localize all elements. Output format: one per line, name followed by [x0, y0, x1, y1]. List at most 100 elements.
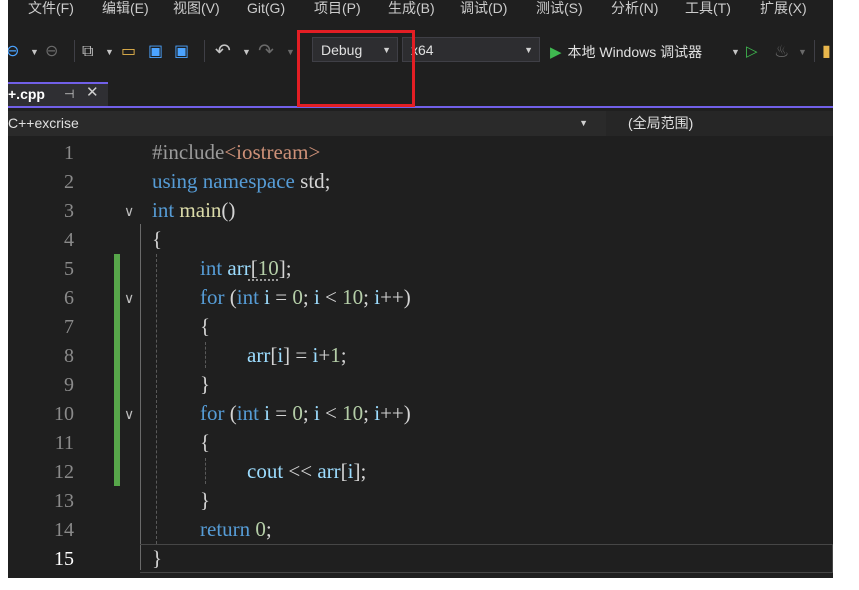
fold-collapse-icon[interactable]: ∨	[124, 400, 134, 429]
new-project-icon[interactable]: ⧉	[82, 26, 93, 78]
undo-dropdown-icon[interactable]: ▼	[242, 26, 251, 78]
menu-analyze[interactable]: 分析(N)	[611, 0, 658, 16]
menu-file[interactable]: 文件(F)	[28, 0, 74, 16]
start-debugging-label: 本地 Windows 调试器	[567, 44, 703, 60]
token-punct: ];	[353, 459, 367, 483]
code-line: }	[200, 370, 210, 399]
solution-platform-select[interactable]: x64 ▼	[402, 37, 540, 62]
line-number-current: 15	[54, 548, 74, 570]
menu-tools[interactable]: 工具(T)	[685, 0, 731, 16]
menu-edit[interactable]: 编辑(E)	[102, 0, 149, 16]
line-number: 3	[64, 200, 74, 222]
tab-file-name: +.cpp	[8, 86, 45, 102]
token-punct: ;	[302, 401, 314, 425]
line-number: 4	[64, 229, 74, 251]
token-punct: ++)	[380, 401, 411, 425]
token-punct: <	[319, 401, 343, 425]
code-line: #include<iostream>	[152, 138, 320, 167]
scope-name: (全局范围)	[628, 115, 694, 131]
line-number: 10	[54, 403, 74, 425]
token-function: main	[179, 198, 222, 222]
save-all-icon[interactable]: ▣	[174, 26, 189, 78]
line-number: 9	[64, 374, 74, 396]
token-keyword: for	[200, 285, 225, 309]
token-punct: (	[224, 285, 237, 309]
token-punct: }	[200, 488, 211, 512]
navigate-back-dropdown-icon[interactable]: ▼	[30, 26, 39, 78]
menu-test[interactable]: 测试(S)	[536, 0, 583, 16]
token-number: 0	[292, 401, 303, 425]
line-number: 12	[54, 461, 74, 483]
token-punct: <	[319, 285, 343, 309]
new-project-dropdown-icon[interactable]: ▼	[105, 26, 114, 78]
token-punct: <<	[283, 459, 318, 483]
menu-view[interactable]: 视图(V)	[173, 0, 220, 16]
token-number: 0	[292, 285, 303, 309]
menu-git[interactable]: Git(G)	[247, 0, 285, 16]
menu-extensions[interactable]: 扩展(X)	[760, 0, 807, 16]
visual-studio-window: 文件(F) 编辑(E) 视图(V) Git(G) 项目(P) 生成(B) 调试(…	[8, 0, 833, 578]
hot-reload-dropdown-icon[interactable]: ▼	[798, 26, 807, 78]
token-number: 1	[330, 343, 341, 367]
close-icon[interactable]: ✕	[86, 83, 99, 103]
line-number: 2	[64, 171, 74, 193]
start-without-debugging-icon[interactable]: ▷	[746, 26, 758, 78]
token-punct: ;	[363, 401, 375, 425]
redo-dropdown-icon[interactable]: ▼	[286, 26, 295, 78]
fold-collapse-icon[interactable]: ∨	[124, 197, 134, 226]
document-tab-strip: +.cpp ⊣ ✕	[8, 78, 833, 108]
token-punct: [	[340, 459, 348, 483]
code-line: using namespace std;	[152, 167, 331, 196]
token-punct: {	[152, 227, 163, 251]
start-debugging-dropdown-icon[interactable]: ▼	[731, 26, 740, 78]
token-number: 10	[342, 285, 364, 309]
toolbox-icon[interactable]: ▮	[822, 26, 831, 78]
redo-icon[interactable]: ↷	[258, 26, 274, 78]
code-line: }	[152, 544, 162, 573]
menu-debug[interactable]: 调试(D)	[460, 0, 507, 16]
pin-icon[interactable]: ⊣	[64, 84, 74, 104]
standard-toolbar: ⊖ ▼ ⊖ ⧉ ▼ ▭ ▣ ▣ ↶ ▼ ↷ ▼ Debug ▼ x64 ▼ ▶ 本…	[8, 26, 833, 78]
open-folder-icon[interactable]: ▭	[121, 26, 136, 78]
outline-guide	[140, 224, 141, 570]
menu-bar: 文件(F) 编辑(E) 视图(V) Git(G) 项目(P) 生成(B) 调试(…	[8, 0, 833, 26]
token-variable: arr	[317, 459, 341, 483]
navigation-bar: C++excrise ▼ (全局范围)	[8, 111, 833, 136]
hot-reload-icon[interactable]: ♨	[774, 26, 789, 78]
project-select[interactable]: C++excrise ▼	[8, 111, 598, 136]
start-debugging-button[interactable]: ▶ 本地 Windows 调试器	[550, 26, 702, 78]
toolbar-separator	[204, 40, 205, 62]
intellisense-suggestion-dots	[248, 276, 278, 281]
token-keyword: int	[200, 256, 223, 280]
token-number: 0	[250, 517, 266, 541]
token-punct: {	[200, 314, 211, 338]
token-number: 10	[342, 401, 364, 425]
token-punct: }	[152, 546, 163, 570]
tab-cpp-file[interactable]: +.cpp ⊣ ✕	[8, 82, 108, 106]
indent-guide	[205, 342, 206, 368]
scope-select[interactable]: (全局范围)	[606, 111, 833, 136]
project-name: C++excrise	[8, 115, 79, 131]
token-punct: ];	[278, 256, 292, 280]
fold-collapse-icon[interactable]: ∨	[124, 284, 134, 313]
menu-build[interactable]: 生成(B)	[388, 0, 435, 16]
token-punct: {	[200, 430, 211, 454]
token-namespace: std	[300, 169, 325, 193]
menu-project[interactable]: 项目(P)	[314, 0, 361, 16]
line-number: 13	[54, 490, 74, 512]
navigate-forward-icon[interactable]: ⊖	[45, 26, 58, 78]
code-line: for (int i = 0; i < 10; i++)	[200, 283, 411, 312]
code-line: int main()	[152, 196, 235, 225]
token-variable: cout	[247, 459, 284, 483]
save-icon[interactable]: ▣	[148, 26, 163, 78]
token-punct: ()	[221, 198, 236, 222]
token-header: <iostream>	[224, 140, 321, 164]
code-line: arr[i] = i+1;	[247, 341, 347, 370]
token-keyword: using	[152, 169, 198, 193]
code-line: {	[200, 428, 210, 457]
navigate-back-icon[interactable]: ⊖	[8, 26, 19, 78]
token-punct: =	[270, 401, 293, 425]
token-punct: ++)	[380, 285, 411, 309]
code-editor[interactable]: 1 2 3 4 5 6 7 8 9 10 11 12 13 14 15 ∨ ∨ …	[8, 136, 833, 578]
undo-icon[interactable]: ↶	[215, 26, 231, 78]
